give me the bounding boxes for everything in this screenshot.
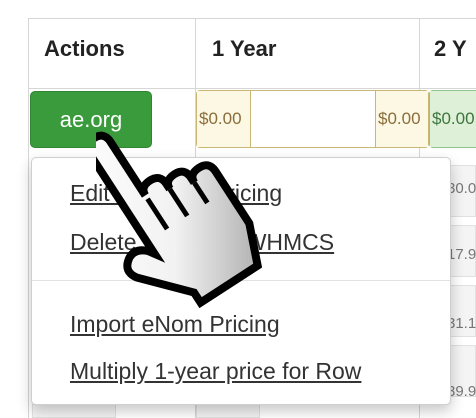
hand-pointer-cursor-icon [96,131,263,309]
table-cell [196,404,260,418]
year2-value: 31.1 [447,315,476,332]
header-1-year: 1 Year [212,36,277,61]
table-left-border [28,18,29,418]
year2-price-group: $0.00 [429,90,476,148]
year2-prefix-addon: $0.00 [430,91,476,147]
menu-item-multiply-price[interactable]: Multiply 1-year price for Row [70,358,361,385]
year2-value: 17.9 [447,246,476,263]
table-cell [32,404,116,418]
table-top-border [28,18,476,19]
year1-suffix-addon: $0.00 [375,91,428,147]
year2-value: 39.9 [447,383,476,400]
header-actions: Actions [44,36,125,61]
year2-value: 30.0 [447,180,476,197]
header-2-year: 2 Y [434,36,467,61]
header-bottom-border [28,88,476,89]
